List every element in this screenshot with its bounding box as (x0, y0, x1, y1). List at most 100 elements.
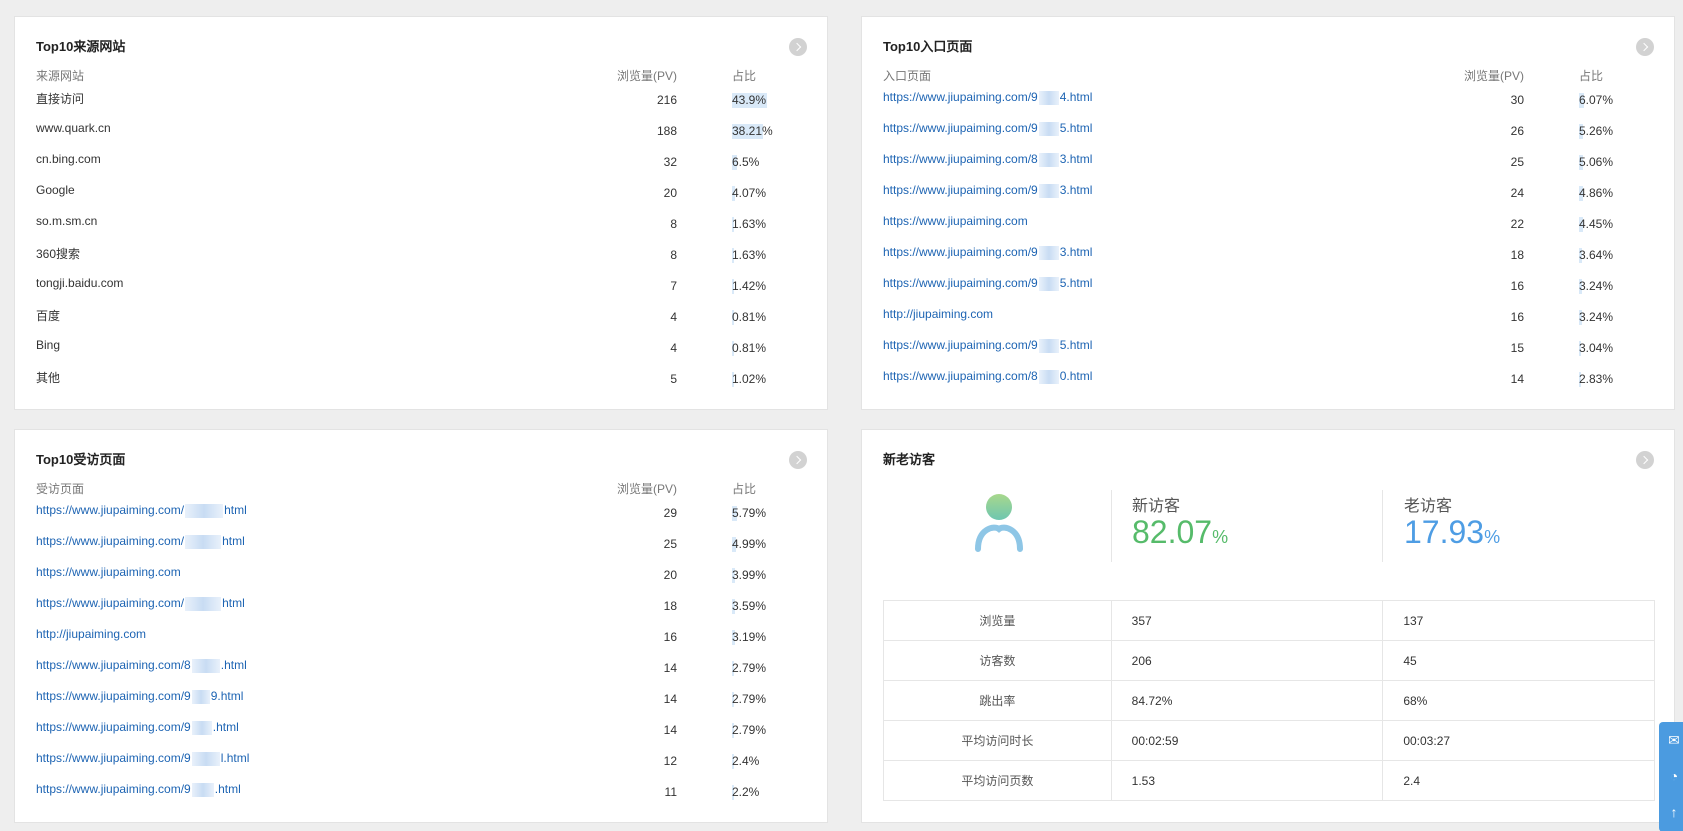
page-link[interactable]: https://www.jiupaiming.com/9 5.html (883, 338, 1092, 353)
mail-icon[interactable]: ✉ (1659, 722, 1683, 758)
old-visitor-value: 137 (1382, 600, 1655, 641)
url-prefix: https://www.jiupaiming.com/ (36, 534, 185, 548)
percent-value: 3.99% (732, 568, 767, 582)
panel-title: 新老访客 (883, 452, 936, 467)
url-prefix: https://www.jiupaiming.com/8 (883, 152, 1038, 166)
pv-value: 7 (670, 279, 677, 293)
percent-value: 6.5% (732, 155, 760, 169)
redacted-segment (1038, 245, 1059, 260)
col-pv: 浏览量(PV) (616, 69, 677, 83)
source-name: so.m.sm.cn (36, 214, 98, 228)
url-suffix: 9.html (210, 689, 244, 703)
page-link[interactable]: https://www.jiupaiming.com/8 3.html (883, 152, 1092, 167)
pv-value: 20 (663, 186, 677, 200)
table-row: so.m.sm.cn 8 1.63% (36, 214, 807, 245)
top10-sources-panel: Top10来源网站 来源网站 浏览量(PV) 占比 直接访问 216 43.9% ww… (14, 16, 828, 410)
pv-value: 14 (1510, 372, 1524, 386)
pv-value: 25 (1510, 155, 1524, 169)
page-link[interactable]: https://www.jiupaiming.com/8 0.html (883, 369, 1092, 384)
redacted-segment (1038, 338, 1059, 353)
divider (1382, 490, 1383, 562)
percent-value: 3.64% (1579, 248, 1614, 262)
page-link[interactable]: https://www.jiupaiming.com/9 5.html (883, 121, 1092, 136)
new-visitor-value: 357 (1110, 600, 1384, 641)
percent-value: 2.2% (732, 785, 760, 799)
pv-value: 16 (1510, 279, 1524, 293)
page-link[interactable]: https://www.jiupaiming.com/9 l.html (36, 751, 249, 766)
pv-value: 29 (663, 506, 677, 520)
percent-value: 5.79% (732, 506, 767, 520)
new-visitor-value: 84.72% (1110, 680, 1384, 721)
new-visitor-value: 00:02:59 (1110, 720, 1384, 761)
page-link[interactable]: https://www.jiupaiming.com/9 5.html (883, 276, 1092, 291)
percent-value: 2.4% (732, 754, 760, 768)
page-link[interactable]: https://www.jiupaiming.com/html (36, 534, 245, 549)
page-link[interactable]: http://jiupaiming.com (883, 307, 993, 321)
url-prefix: https://www.jiupaiming.com/9 (36, 689, 191, 703)
table-row: https://www.jiupaiming.com/html 18 3.59% (36, 596, 807, 627)
col-name: 来源网站 (36, 69, 85, 83)
pv-value: 14 (663, 661, 677, 675)
redacted-segment (1038, 121, 1059, 136)
pv-value: 14 (663, 723, 677, 737)
col-pv: 浏览量(PV) (616, 482, 677, 496)
percent-value: 4.86% (1579, 186, 1614, 200)
table-row: 百度 4 0.81% (36, 307, 807, 338)
col-pct: 占比 (732, 482, 757, 496)
wechat-icon[interactable]: ◔ (1659, 758, 1683, 794)
page-link[interactable]: https://www.jiupaiming.com/9 3.html (883, 183, 1092, 198)
url-prefix: https://www.jiupaiming.com/ (36, 596, 185, 610)
page-link[interactable]: https://www.jiupaiming.com (36, 565, 181, 579)
chevron-right-icon[interactable] (1636, 38, 1654, 56)
table-header: 入口页面 浏览量(PV) 占比 (883, 67, 1654, 83)
source-name: 直接访问 (36, 92, 85, 106)
percent-value: 43.9% (732, 93, 767, 107)
url-suffix: html (222, 534, 245, 548)
chevron-right-icon[interactable] (789, 38, 807, 56)
url-prefix: https://www.jiupaiming.com/8 (36, 658, 191, 672)
col-pct: 占比 (732, 69, 757, 83)
source-name: Bing (36, 338, 61, 352)
pv-value: 18 (663, 599, 677, 613)
percent-value: 0.81% (732, 310, 767, 324)
table-row: https://www.jiupaiming.com/9 4.html 30 6.07… (883, 90, 1654, 121)
page-link[interactable]: https://www.jiupaiming.com/8 .html (36, 658, 247, 673)
metric-label: 平均访问页数 (883, 760, 1112, 801)
table-row: https://www.jiupaiming.com/9 5.html 26 5.26… (883, 121, 1654, 152)
url-prefix: https://www.jiupaiming.com/ (36, 503, 185, 517)
url-suffix: .html (214, 782, 241, 796)
pv-value: 18 (1510, 248, 1524, 262)
page-link[interactable]: http://jiupaiming.com (36, 627, 146, 641)
source-name: 百度 (36, 309, 61, 323)
col-name: 受访页面 (36, 482, 85, 496)
old-visitor-value: 00:03:27 (1382, 720, 1655, 761)
pv-value: 30 (1510, 93, 1524, 107)
percent-value: 2.83% (1579, 372, 1614, 386)
page-link[interactable]: https://www.jiupaiming.com/9 3.html (883, 245, 1092, 260)
percent-value: 38.21% (732, 124, 773, 138)
chevron-right-icon[interactable] (789, 451, 807, 469)
redacted-segment (191, 751, 220, 766)
url-prefix: https://www.jiupaiming.com/9 (883, 245, 1038, 259)
page-link[interactable]: https://www.jiupaiming.com/9 9.html (36, 689, 243, 704)
page-link[interactable]: https://www.jiupaiming.com/html (36, 503, 247, 518)
new-visitor-label: 新访客 (1132, 498, 1181, 515)
arrow-up-icon[interactable]: ↑ (1659, 794, 1683, 830)
page-link[interactable]: https://www.jiupaiming.com/9 4.html (883, 90, 1092, 105)
metric-label: 访客数 (883, 640, 1112, 681)
page-link[interactable]: https://www.jiupaiming.com/9 .html (36, 782, 241, 797)
pv-value: 4 (670, 341, 677, 355)
old-visitor-value: 45 (1382, 640, 1655, 681)
redacted-segment (185, 534, 222, 549)
redacted-segment (1038, 369, 1059, 384)
page-link[interactable]: https://www.jiupaiming.com/html (36, 596, 245, 611)
source-name: cn.bing.com (36, 152, 101, 166)
page-link[interactable]: https://www.jiupaiming.com/9 .html (36, 720, 239, 735)
url-prefix: https://www.jiupaiming.com/8 (883, 369, 1038, 383)
metric-label: 跳出率 (883, 680, 1112, 721)
percent-value: 4.99% (732, 537, 767, 551)
pv-value: 22 (1510, 217, 1524, 231)
source-name: Google (36, 183, 75, 197)
page-link[interactable]: https://www.jiupaiming.com (883, 214, 1028, 228)
chevron-right-icon[interactable] (1636, 451, 1654, 469)
